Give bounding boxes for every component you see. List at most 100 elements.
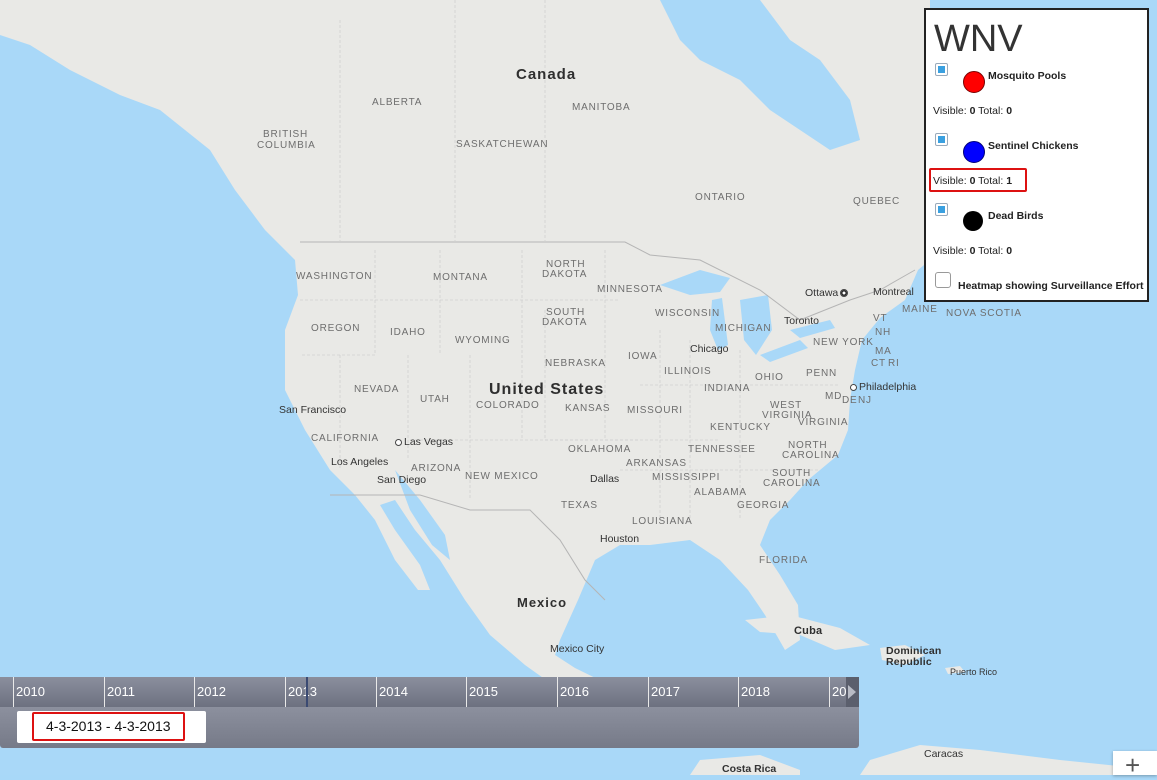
- mosquito-pools-label: Mosquito Pools: [988, 70, 1067, 82]
- timeline-year[interactable]: 2019: [829, 677, 847, 707]
- state-label: MA: [875, 346, 892, 357]
- state-label: TEXAS: [561, 500, 598, 511]
- timeline-cursor[interactable]: [306, 677, 308, 707]
- state-label: IDAHO: [390, 327, 426, 338]
- country-label-canada: Canada: [516, 66, 577, 83]
- black-circle-icon: [963, 211, 983, 231]
- timeline-year[interactable]: 2016: [557, 677, 648, 707]
- timeline-year[interactable]: 2012: [194, 677, 285, 707]
- state-label: ALABAMA: [694, 487, 747, 498]
- timeline-year[interactable]: 2011: [104, 677, 194, 707]
- state-label: MONTANA: [433, 272, 488, 283]
- country-label-dominican: Dominican Republic: [886, 645, 942, 668]
- state-label: NEBRASKA: [545, 358, 606, 369]
- legend-panel: WNV Mosquito Pools Visible: 0 Total: 0 S…: [924, 8, 1149, 302]
- timeline-year[interactable]: 2013: [285, 677, 376, 707]
- state-label: VT: [873, 313, 888, 324]
- country-label-mexico: Mexico: [517, 595, 568, 610]
- city-marker: [840, 289, 849, 298]
- state-label: WYOMING: [455, 335, 511, 346]
- province-label: COLUMBIA: [257, 140, 316, 151]
- country-label-us: United States: [489, 381, 605, 398]
- timeline-year[interactable]: 2010: [13, 677, 104, 707]
- state-label: CT: [871, 358, 886, 369]
- zoom-in-button[interactable]: +: [1113, 751, 1157, 778]
- state-label: MISSISSIPPI: [652, 472, 721, 483]
- state-label: GEORGIA: [737, 500, 790, 511]
- state-label: MAINE: [902, 304, 938, 315]
- timeline-year[interactable]: 2018: [738, 677, 829, 707]
- dead-birds-label: Dead Birds: [988, 210, 1044, 222]
- country-label-puerto-rico: Puerto Rico: [950, 667, 998, 677]
- city-toronto: Toronto: [784, 315, 820, 327]
- state-label: KANSAS: [565, 403, 611, 414]
- state-label: DE: [842, 395, 858, 406]
- timeline-year[interactable]: 2017: [648, 677, 738, 707]
- state-label: ARKANSAS: [626, 458, 687, 469]
- state-label: OHIO: [755, 372, 784, 383]
- state-label: ILLINOIS: [664, 366, 712, 377]
- state-label: KENTUCKY: [710, 422, 771, 433]
- country-label-costa-rica: Costa Rica: [722, 763, 777, 775]
- state-label: DAKOTA: [542, 317, 588, 328]
- timeline-ruler[interactable]: 2010 2011 2012 2013 2014 2015 2016 2017 …: [0, 677, 847, 707]
- province-label: ALBERTA: [372, 97, 423, 108]
- city-san-diego: San Diego: [377, 474, 427, 486]
- city-caracas: Caracas: [924, 748, 964, 760]
- mosquito-pools-counts: Visible: 0 Total: 0: [933, 105, 1013, 117]
- state-label: CAROLINA: [782, 450, 840, 461]
- state-label: NEW YORK: [813, 337, 874, 348]
- city-philadelphia: Philadelphia: [848, 381, 916, 393]
- state-label: MISSOURI: [627, 405, 683, 416]
- state-label: MINNESOTA: [597, 284, 663, 295]
- state-label: INDIANA: [704, 383, 751, 394]
- city-dallas: Dallas: [590, 473, 620, 485]
- province-label: ONTARIO: [695, 192, 746, 203]
- dead-birds-checkbox[interactable]: [935, 203, 948, 216]
- state-label: OKLAHOMA: [568, 444, 632, 455]
- city-marker: [395, 438, 402, 446]
- state-label: MICHIGAN: [715, 323, 772, 334]
- state-label: NEVADA: [354, 384, 400, 395]
- state-label: WISCONSIN: [655, 308, 720, 319]
- heatmap-checkbox[interactable]: [935, 272, 951, 288]
- state-label: IOWA: [628, 351, 658, 362]
- state-label: FLORIDA: [759, 555, 808, 566]
- state-label: PENN: [806, 368, 837, 379]
- state-label: TENNESSEE: [688, 444, 756, 455]
- city-marker: [850, 383, 857, 391]
- state-label: VIRGINIA: [798, 417, 849, 428]
- state-label: MD: [825, 391, 843, 402]
- province-label: MANITOBA: [572, 102, 631, 113]
- heatmap-label: Heatmap showing Surveillance Effort: [958, 280, 1144, 292]
- city-los-angeles: Los Angeles: [331, 456, 389, 468]
- state-label: NJ: [858, 395, 872, 406]
- state-label: COLORADO: [476, 400, 540, 411]
- range-highlight-box: [32, 712, 185, 741]
- sentinel-chickens-label: Sentinel Chickens: [988, 140, 1079, 152]
- red-circle-icon: [963, 71, 985, 93]
- country-label-cuba: Cuba: [794, 625, 823, 637]
- mosquito-pools-checkbox[interactable]: [935, 63, 948, 76]
- sentinel-chickens-checkbox[interactable]: [935, 133, 948, 146]
- city-mexico-city: Mexico City: [550, 643, 605, 655]
- sentinel-chickens-counts: Visible: 0 Total: 1: [933, 175, 1013, 187]
- state-label: NH: [875, 327, 892, 338]
- state-label: CAROLINA: [763, 478, 821, 489]
- province-label: BRITISH: [263, 129, 309, 140]
- state-label: CALIFORNIA: [311, 433, 380, 444]
- timeline-slider[interactable]: 2010 2011 2012 2013 2014 2015 2016 2017 …: [0, 677, 859, 748]
- timeline-year[interactable]: 2014: [376, 677, 466, 707]
- state-label: WASHINGTON: [296, 271, 373, 282]
- city-ottawa: Ottawa: [805, 287, 850, 299]
- timeline-next-arrow-icon[interactable]: [846, 677, 859, 707]
- dead-birds-counts: Visible: 0 Total: 0: [933, 245, 1013, 257]
- province-label: NOVA SCOTIA: [946, 308, 1022, 319]
- timeline-year[interactable]: 2015: [466, 677, 557, 707]
- province-label: SASKATCHEWAN: [456, 139, 549, 150]
- state-label: RI: [888, 358, 900, 369]
- city-san-francisco: San Francisco: [279, 404, 347, 416]
- city-las-vegas: Las Vegas: [393, 436, 453, 448]
- state-label: ARIZONA: [411, 463, 462, 474]
- city-montreal: Montreal: [873, 286, 914, 298]
